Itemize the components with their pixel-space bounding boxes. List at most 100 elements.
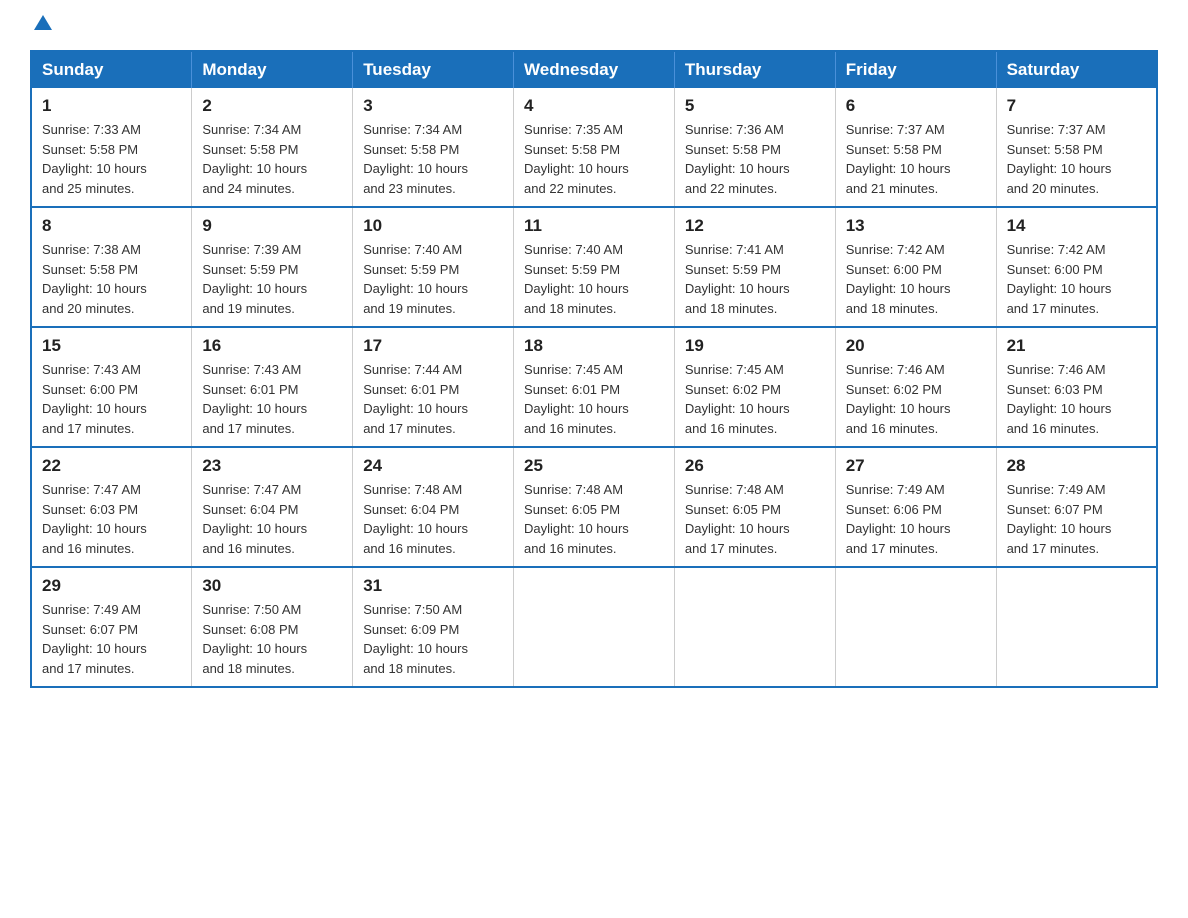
calendar-cell: 16 Sunrise: 7:43 AM Sunset: 6:01 PM Dayl…: [192, 327, 353, 447]
calendar-cell: 6 Sunrise: 7:37 AM Sunset: 5:58 PM Dayli…: [835, 88, 996, 207]
day-header-sunday: Sunday: [31, 51, 192, 88]
day-number: 10: [363, 216, 503, 236]
calendar-cell: 10 Sunrise: 7:40 AM Sunset: 5:59 PM Dayl…: [353, 207, 514, 327]
day-info: Sunrise: 7:43 AM Sunset: 6:01 PM Dayligh…: [202, 360, 342, 438]
calendar-cell: 9 Sunrise: 7:39 AM Sunset: 5:59 PM Dayli…: [192, 207, 353, 327]
calendar-cell: 8 Sunrise: 7:38 AM Sunset: 5:58 PM Dayli…: [31, 207, 192, 327]
day-number: 31: [363, 576, 503, 596]
calendar-cell: 14 Sunrise: 7:42 AM Sunset: 6:00 PM Dayl…: [996, 207, 1157, 327]
day-number: 5: [685, 96, 825, 116]
day-number: 4: [524, 96, 664, 116]
day-number: 29: [42, 576, 181, 596]
calendar-cell: 30 Sunrise: 7:50 AM Sunset: 6:08 PM Dayl…: [192, 567, 353, 687]
day-info: Sunrise: 7:38 AM Sunset: 5:58 PM Dayligh…: [42, 240, 181, 318]
day-info: Sunrise: 7:35 AM Sunset: 5:58 PM Dayligh…: [524, 120, 664, 198]
day-header-thursday: Thursday: [674, 51, 835, 88]
day-info: Sunrise: 7:37 AM Sunset: 5:58 PM Dayligh…: [1007, 120, 1146, 198]
calendar-cell: 2 Sunrise: 7:34 AM Sunset: 5:58 PM Dayli…: [192, 88, 353, 207]
calendar-cell: 12 Sunrise: 7:41 AM Sunset: 5:59 PM Dayl…: [674, 207, 835, 327]
calendar-cell: 11 Sunrise: 7:40 AM Sunset: 5:59 PM Dayl…: [514, 207, 675, 327]
day-number: 26: [685, 456, 825, 476]
day-header-wednesday: Wednesday: [514, 51, 675, 88]
day-info: Sunrise: 7:39 AM Sunset: 5:59 PM Dayligh…: [202, 240, 342, 318]
day-number: 30: [202, 576, 342, 596]
calendar-cell: 3 Sunrise: 7:34 AM Sunset: 5:58 PM Dayli…: [353, 88, 514, 207]
calendar-week-row: 1 Sunrise: 7:33 AM Sunset: 5:58 PM Dayli…: [31, 88, 1157, 207]
calendar-cell: 20 Sunrise: 7:46 AM Sunset: 6:02 PM Dayl…: [835, 327, 996, 447]
calendar-week-row: 8 Sunrise: 7:38 AM Sunset: 5:58 PM Dayli…: [31, 207, 1157, 327]
day-header-friday: Friday: [835, 51, 996, 88]
calendar-cell: 5 Sunrise: 7:36 AM Sunset: 5:58 PM Dayli…: [674, 88, 835, 207]
calendar-cell: [674, 567, 835, 687]
day-number: 1: [42, 96, 181, 116]
calendar-cell: 28 Sunrise: 7:49 AM Sunset: 6:07 PM Dayl…: [996, 447, 1157, 567]
day-info: Sunrise: 7:48 AM Sunset: 6:04 PM Dayligh…: [363, 480, 503, 558]
day-number: 22: [42, 456, 181, 476]
day-info: Sunrise: 7:42 AM Sunset: 6:00 PM Dayligh…: [846, 240, 986, 318]
day-number: 19: [685, 336, 825, 356]
day-info: Sunrise: 7:41 AM Sunset: 5:59 PM Dayligh…: [685, 240, 825, 318]
day-info: Sunrise: 7:48 AM Sunset: 6:05 PM Dayligh…: [685, 480, 825, 558]
day-number: 2: [202, 96, 342, 116]
day-info: Sunrise: 7:40 AM Sunset: 5:59 PM Dayligh…: [524, 240, 664, 318]
day-info: Sunrise: 7:37 AM Sunset: 5:58 PM Dayligh…: [846, 120, 986, 198]
calendar-cell: [835, 567, 996, 687]
calendar-header-row: SundayMondayTuesdayWednesdayThursdayFrid…: [31, 51, 1157, 88]
logo-triangle-icon: [32, 12, 54, 34]
logo: [30, 20, 54, 30]
day-number: 25: [524, 456, 664, 476]
day-number: 18: [524, 336, 664, 356]
day-number: 12: [685, 216, 825, 236]
day-info: Sunrise: 7:34 AM Sunset: 5:58 PM Dayligh…: [202, 120, 342, 198]
day-number: 20: [846, 336, 986, 356]
day-number: 24: [363, 456, 503, 476]
day-number: 11: [524, 216, 664, 236]
day-header-saturday: Saturday: [996, 51, 1157, 88]
calendar-cell: 26 Sunrise: 7:48 AM Sunset: 6:05 PM Dayl…: [674, 447, 835, 567]
day-info: Sunrise: 7:49 AM Sunset: 6:07 PM Dayligh…: [1007, 480, 1146, 558]
day-info: Sunrise: 7:50 AM Sunset: 6:08 PM Dayligh…: [202, 600, 342, 678]
calendar-week-row: 22 Sunrise: 7:47 AM Sunset: 6:03 PM Dayl…: [31, 447, 1157, 567]
day-number: 17: [363, 336, 503, 356]
calendar-cell: 22 Sunrise: 7:47 AM Sunset: 6:03 PM Dayl…: [31, 447, 192, 567]
calendar-cell: 15 Sunrise: 7:43 AM Sunset: 6:00 PM Dayl…: [31, 327, 192, 447]
calendar-cell: 13 Sunrise: 7:42 AM Sunset: 6:00 PM Dayl…: [835, 207, 996, 327]
day-header-monday: Monday: [192, 51, 353, 88]
day-number: 7: [1007, 96, 1146, 116]
calendar-cell: [996, 567, 1157, 687]
day-info: Sunrise: 7:49 AM Sunset: 6:06 PM Dayligh…: [846, 480, 986, 558]
day-number: 3: [363, 96, 503, 116]
calendar-cell: 31 Sunrise: 7:50 AM Sunset: 6:09 PM Dayl…: [353, 567, 514, 687]
calendar-week-row: 15 Sunrise: 7:43 AM Sunset: 6:00 PM Dayl…: [31, 327, 1157, 447]
calendar-cell: 25 Sunrise: 7:48 AM Sunset: 6:05 PM Dayl…: [514, 447, 675, 567]
calendar-cell: 1 Sunrise: 7:33 AM Sunset: 5:58 PM Dayli…: [31, 88, 192, 207]
calendar-cell: 18 Sunrise: 7:45 AM Sunset: 6:01 PM Dayl…: [514, 327, 675, 447]
calendar-cell: 29 Sunrise: 7:49 AM Sunset: 6:07 PM Dayl…: [31, 567, 192, 687]
day-number: 15: [42, 336, 181, 356]
day-info: Sunrise: 7:45 AM Sunset: 6:01 PM Dayligh…: [524, 360, 664, 438]
calendar-cell: 24 Sunrise: 7:48 AM Sunset: 6:04 PM Dayl…: [353, 447, 514, 567]
calendar-cell: 17 Sunrise: 7:44 AM Sunset: 6:01 PM Dayl…: [353, 327, 514, 447]
calendar-cell: 4 Sunrise: 7:35 AM Sunset: 5:58 PM Dayli…: [514, 88, 675, 207]
day-number: 16: [202, 336, 342, 356]
calendar-cell: 27 Sunrise: 7:49 AM Sunset: 6:06 PM Dayl…: [835, 447, 996, 567]
calendar-table: SundayMondayTuesdayWednesdayThursdayFrid…: [30, 50, 1158, 688]
day-info: Sunrise: 7:42 AM Sunset: 6:00 PM Dayligh…: [1007, 240, 1146, 318]
calendar-cell: 21 Sunrise: 7:46 AM Sunset: 6:03 PM Dayl…: [996, 327, 1157, 447]
calendar-week-row: 29 Sunrise: 7:49 AM Sunset: 6:07 PM Dayl…: [31, 567, 1157, 687]
calendar-cell: 23 Sunrise: 7:47 AM Sunset: 6:04 PM Dayl…: [192, 447, 353, 567]
day-info: Sunrise: 7:36 AM Sunset: 5:58 PM Dayligh…: [685, 120, 825, 198]
day-info: Sunrise: 7:46 AM Sunset: 6:02 PM Dayligh…: [846, 360, 986, 438]
day-number: 28: [1007, 456, 1146, 476]
calendar-cell: [514, 567, 675, 687]
page-header: [30, 20, 1158, 30]
day-info: Sunrise: 7:34 AM Sunset: 5:58 PM Dayligh…: [363, 120, 503, 198]
day-number: 6: [846, 96, 986, 116]
day-info: Sunrise: 7:43 AM Sunset: 6:00 PM Dayligh…: [42, 360, 181, 438]
day-info: Sunrise: 7:33 AM Sunset: 5:58 PM Dayligh…: [42, 120, 181, 198]
day-number: 14: [1007, 216, 1146, 236]
calendar-cell: 7 Sunrise: 7:37 AM Sunset: 5:58 PM Dayli…: [996, 88, 1157, 207]
day-number: 27: [846, 456, 986, 476]
day-info: Sunrise: 7:46 AM Sunset: 6:03 PM Dayligh…: [1007, 360, 1146, 438]
day-info: Sunrise: 7:50 AM Sunset: 6:09 PM Dayligh…: [363, 600, 503, 678]
